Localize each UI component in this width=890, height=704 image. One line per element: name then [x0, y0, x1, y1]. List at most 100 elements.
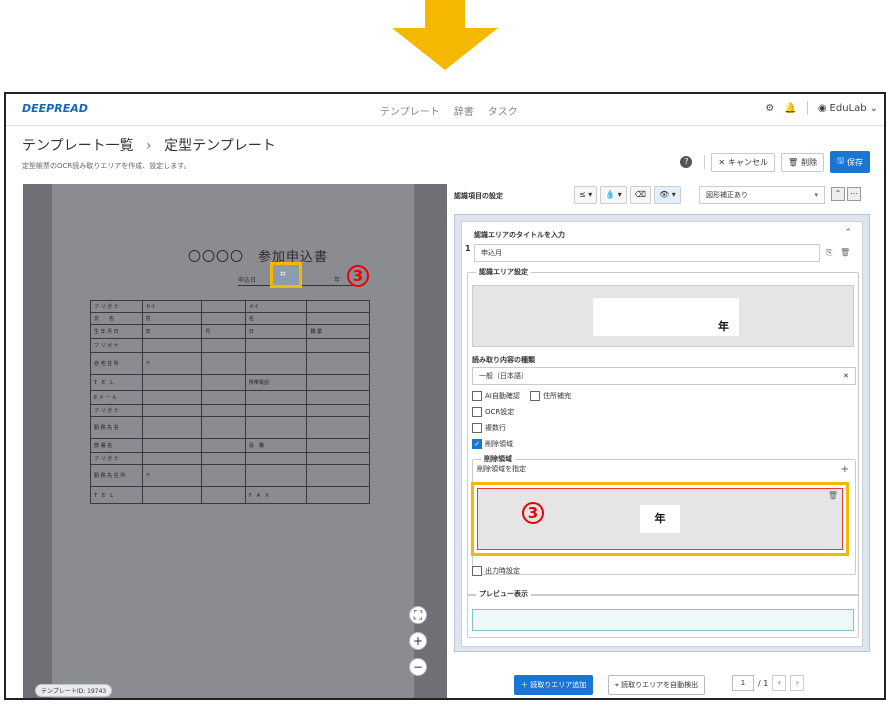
form-cell [307, 453, 369, 464]
trash-icon[interactable]: 🗑 [828, 491, 838, 500]
form-cell: 名 [246, 313, 308, 324]
gear-icon[interactable]: ⚙ [765, 103, 774, 114]
form-cell [307, 465, 369, 486]
form-cell [143, 453, 203, 464]
add-area-button[interactable]: ＋ 読取りエリア追加 [514, 675, 594, 695]
page-title: 定型テンプレート [164, 138, 276, 154]
drop-tool-icon[interactable]: 💧 ▾ [600, 186, 627, 204]
nav-item-task[interactable]: タスク [488, 103, 518, 118]
nav-item-template[interactable]: テンプレート [380, 103, 440, 118]
form-cell [202, 487, 246, 503]
bell-icon[interactable]: 🔔 [784, 103, 796, 114]
read-type-select[interactable]: 一般（日本語） ✕ [472, 367, 856, 385]
cancel-button[interactable]: ✕ キャンセル [711, 152, 776, 172]
document-canvas[interactable]: 〇〇〇〇 参加申込書 申込日 年 フ リ ガ ナセイ メイ氏 名姓名生 年 月 日… [23, 184, 447, 698]
read-type-value: 一般（日本語） [479, 372, 528, 380]
document-date-label: 申込日 [238, 277, 257, 284]
top-right-controls: ⚙ 🔔 ◉ EduLab ⌄ [765, 101, 878, 115]
form-cell: 勤 務 先 住 所 [91, 465, 143, 486]
annotation-marker: 3 [522, 499, 544, 524]
user-name: EduLab [829, 102, 867, 114]
checkbox-ai-confirm[interactable]: AI自動確認 [472, 391, 520, 401]
bottom-bar: ＋ 読取りエリア追加 ⌖ 読取りエリアを自動検出 1 / 1 ‹ › [454, 672, 876, 698]
divider [704, 155, 706, 169]
checkbox-output[interactable]: 出力時設定 [472, 566, 520, 576]
zoom-out-icon[interactable]: − [409, 658, 427, 676]
delete-area-label: 削除領域 [481, 454, 515, 464]
eraser-tool-icon[interactable]: ⌫ [629, 186, 652, 204]
clear-icon[interactable]: ✕ [843, 368, 849, 384]
form-cell: T E L [91, 487, 143, 503]
checkbox-multiline[interactable]: 複数行 [472, 423, 506, 433]
checkbox[interactable] [472, 423, 482, 433]
delete-area-image: 年 [640, 505, 680, 533]
app-window: DEEPREAD テンプレート 辞書 タスク ⚙ 🔔 ◉ EduLab ⌄ テン… [4, 92, 886, 700]
divider [806, 101, 808, 115]
checkbox-delete-area[interactable]: ✓ 削除領域 [472, 439, 513, 449]
checkbox-ocr[interactable]: OCR設定 [472, 407, 514, 417]
chevron-up-icon[interactable]: ⌃ [844, 228, 852, 238]
user-menu[interactable]: ◉ EduLab ⌄ [818, 103, 878, 114]
annotation-marker: 3 [347, 262, 369, 287]
threshold-tool-icon[interactable]: ≤ ▾ [574, 186, 598, 204]
breadcrumb: テンプレート一覧 › 定型テンプレート [22, 135, 276, 155]
copy-icon[interactable]: ⎘ [826, 248, 832, 258]
annotation-number: 3 [522, 502, 544, 524]
auto-detect-button[interactable]: ⌖ 読取りエリアを自動検出 [608, 675, 706, 695]
area-title-input[interactable]: 申込月 [474, 244, 820, 262]
zoom-in-icon[interactable]: + [409, 632, 427, 650]
fit-screen-icon[interactable]: ⛶ [409, 606, 427, 624]
form-cell: 〒 [143, 465, 203, 486]
preview-group: プレビュー表示 [467, 589, 859, 638]
checkbox[interactable] [472, 407, 482, 417]
save-button[interactable]: 🖫 保存 [830, 151, 870, 173]
checkbox[interactable] [472, 566, 482, 576]
form-cell [307, 313, 369, 324]
form-cell [246, 391, 308, 404]
form-cell [143, 339, 203, 352]
form-cell: 〒 [143, 353, 203, 374]
page-input[interactable]: 1 [732, 675, 754, 691]
form-row: フ リ ガ ナ [91, 453, 369, 465]
selected-area-highlight[interactable]: ⌗ [270, 262, 302, 288]
form-cell [202, 301, 246, 312]
main-nav: テンプレート 辞書 タスク [380, 103, 518, 118]
form-cell: 部 署 名 [91, 439, 143, 452]
document-form-table: フ リ ガ ナセイ メイ氏 名姓名生 年 月 日年月日職 業フ リ ガ ナ自 宅 … [90, 300, 370, 504]
form-row: T E LF A X [91, 487, 369, 503]
form-row: 勤 務 先 住 所〒 [91, 465, 369, 487]
form-cell [143, 391, 203, 404]
prev-page-icon[interactable]: ‹ [772, 675, 787, 691]
chevron-down-icon: ▾ [814, 191, 818, 199]
trash-icon[interactable]: 🗑 [840, 248, 850, 257]
form-cell [307, 353, 369, 374]
trash-icon: 🗑 [788, 157, 799, 167]
form-cell: 月 [202, 325, 246, 338]
collapse-all-icon[interactable]: ⌃ [831, 187, 845, 201]
form-cell: セイ [143, 301, 203, 312]
form-cell: 役 職 [246, 439, 308, 452]
chevron-down-icon: ⌄ [869, 102, 878, 114]
brand-logo[interactable]: DEEPREAD [22, 102, 88, 115]
add-icon[interactable]: + [841, 464, 849, 475]
nav-item-dictionary[interactable]: 辞書 [454, 103, 474, 118]
more-icon[interactable]: ⋯ [847, 187, 861, 201]
breadcrumb-separator: › [146, 138, 152, 154]
breadcrumb-root[interactable]: テンプレート一覧 [22, 138, 134, 154]
eye-tool-icon[interactable]: 👁 ▾ [654, 186, 681, 204]
checkbox-label: AI自動確認 [485, 392, 520, 400]
form-row: 部 署 名役 職 [91, 439, 369, 453]
help-icon[interactable]: ? [680, 156, 693, 168]
delete-button[interactable]: 🗑 削除 [781, 152, 825, 172]
form-cell [307, 405, 369, 416]
correction-select[interactable]: 図形補正あり ▾ [699, 186, 825, 204]
checkbox-address[interactable]: 住所補完 [530, 391, 571, 401]
checkbox[interactable] [530, 391, 540, 401]
delete-label: 削除 [801, 157, 818, 167]
form-cell [202, 405, 246, 416]
delete-area-hint: 削除領域を指定 [477, 465, 526, 473]
checkbox[interactable] [472, 391, 482, 401]
next-page-icon[interactable]: › [790, 675, 805, 691]
form-cell: フ リ ガ ナ [91, 453, 143, 464]
checkbox-checked[interactable]: ✓ [472, 439, 482, 449]
